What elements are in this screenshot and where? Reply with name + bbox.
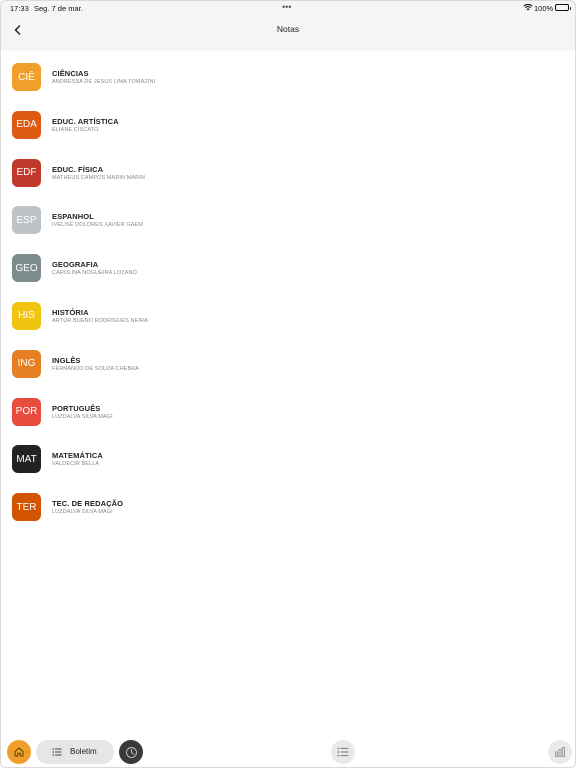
subject-name: EDUC. ARTÍSTICA — [52, 116, 119, 126]
teacher-name: FERNANDO DE SOUZA CHEBRA — [52, 365, 140, 372]
teacher-name: MATHEUS CAMPOS MARIN MARIN — [52, 174, 145, 181]
multitasking-dots[interactable]: ••• — [282, 2, 291, 12]
subject-badge: ING — [12, 349, 41, 378]
subject-row[interactable]: POR PORTUGUÊS LUZDALVA SILVA MAGI — [1, 388, 575, 436]
subject-name: HISTÓRIA — [52, 307, 89, 317]
page-title: Notas — [276, 24, 300, 34]
teacher-name: ARTUR BUENO RODRIGUES NEIRA — [52, 317, 148, 324]
list-icon — [337, 747, 349, 757]
subject-badge: CIÊ — [12, 63, 41, 91]
subject-badge: TER — [12, 493, 41, 522]
bar-chart-icon — [555, 747, 565, 757]
subject-name: PORTUGUÊS — [52, 403, 101, 413]
status-time: 17:33 — [10, 4, 29, 13]
teacher-name: LUZDALVA SILVA MAGI — [52, 413, 113, 420]
subject-badge: POR — [12, 397, 41, 426]
home-button[interactable] — [7, 740, 31, 764]
subject-badge: MAT — [12, 445, 41, 474]
statistics-button[interactable] — [548, 740, 572, 764]
teacher-name: CAROLINA NOGUEIRA LOZANO — [52, 270, 137, 277]
status-date: Seg. 7 de mar. — [34, 4, 83, 13]
subject-row[interactable]: ESP ESPANHOL IVELISE DOLORES XAVIER GAEM — [1, 196, 575, 244]
subject-row[interactable]: ING INGLÊS FERNANDO DE SOUZA CHEBRA — [1, 340, 575, 388]
teacher-name: IVELISE DOLORES XAVIER GAEM — [52, 222, 143, 229]
subject-name: ESPANHOL — [52, 212, 94, 222]
clock-icon — [125, 746, 137, 758]
teacher-name: ELIANE CISCATO — [52, 126, 99, 133]
subject-badge: HIS — [12, 301, 41, 330]
subject-name: GEOGRAFIA — [52, 260, 99, 270]
boletim-label: Boletim — [70, 747, 97, 756]
wifi-icon — [523, 3, 533, 11]
subject-badge: EDA — [12, 110, 41, 139]
subject-row[interactable]: MAT MATEMÁTICA VALDECIR BELLA — [1, 435, 575, 483]
subject-list: CIÊ CIÊNCIAS ANDRESSA DE JESUS LIMA TOMAZI… — [1, 53, 575, 531]
subject-row[interactable]: HIS HISTÓRIA ARTUR BUENO RODRIGUES NEIRA — [1, 292, 575, 340]
subject-row[interactable]: CIÊ CIÊNCIAS ANDRESSA DE JESUS LIMA TOMAZI… — [1, 53, 575, 101]
subject-name: MATEMÁTICA — [52, 451, 103, 461]
battery-percentage: 100% — [534, 4, 554, 13]
subject-name: INGLÊS — [52, 355, 81, 365]
home-icon — [14, 747, 24, 757]
subject-name: EDUC. FÍSICA — [52, 164, 104, 174]
tab-bar: Boletim — [1, 737, 575, 767]
subject-row[interactable]: GEO GEOGRAFIA CAROLINA NOGUEIRA LOZANO — [1, 244, 575, 292]
teacher-name: LUZDALVA SILVA MAGI — [52, 509, 113, 516]
status-bar: 17:33 Seg. 7 de mar. ••• 100% — [1, 1, 575, 15]
subject-badge: GEO — [12, 254, 41, 283]
teacher-name: VALDECIR BELLA — [52, 461, 100, 468]
subject-row[interactable]: TER TEC. DE REDAÇÃO LUZDALVA SILVA MAGI — [1, 483, 575, 531]
list-icon — [52, 748, 62, 756]
boletim-tab[interactable]: Boletim — [36, 740, 114, 764]
subject-row[interactable]: EDF EDUC. FÍSICA MATHEUS CAMPOS MARIN MARI… — [1, 149, 575, 197]
subject-badge: EDF — [12, 158, 41, 187]
subject-badge: ESP — [12, 206, 41, 235]
navigation-bar: Notas — [1, 15, 575, 51]
subject-row[interactable]: EDA EDUC. ARTÍSTICA ELIANE CISCATO — [1, 101, 575, 149]
teacher-name: ANDRESSA DE JESUS LIMA TOMAZINI — [52, 79, 156, 85]
subject-name: CIÊNCIAS — [52, 69, 89, 78]
subject-name: TEC. DE REDAÇÃO — [52, 499, 124, 509]
history-button[interactable] — [119, 740, 143, 764]
battery-icon — [555, 4, 571, 11]
app-window: 17:33 Seg. 7 de mar. ••• 100% Notas CIÊ C… — [0, 0, 576, 768]
list-view-button[interactable] — [331, 740, 355, 764]
